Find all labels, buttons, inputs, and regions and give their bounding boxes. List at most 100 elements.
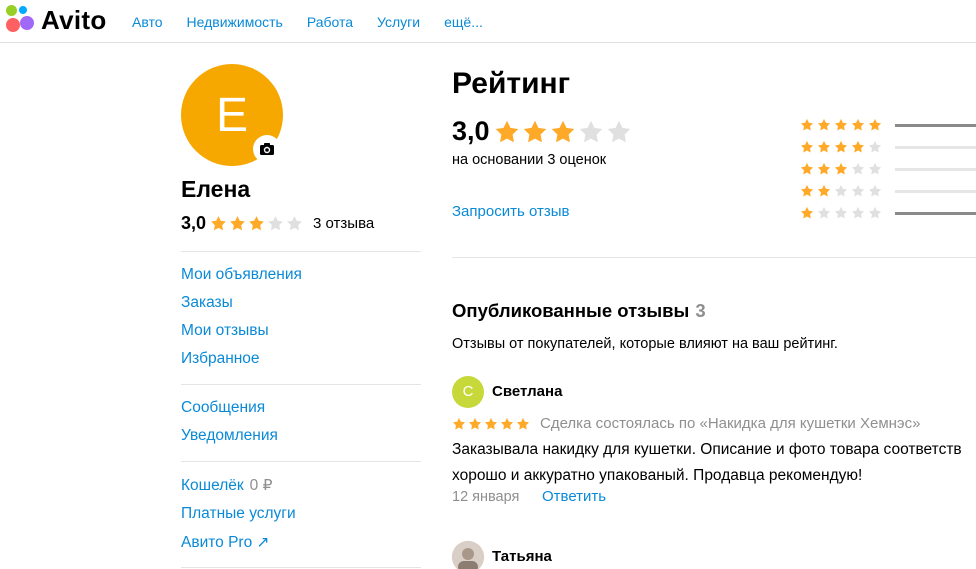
menu-messages[interactable]: Сообщения <box>181 399 265 417</box>
star-filled-icon <box>834 162 848 175</box>
published-reviews-label: Опубликованные отзывы <box>452 300 690 321</box>
star-filled-icon <box>851 118 865 131</box>
distribution-stars-3 <box>800 162 882 176</box>
published-reviews-title: Опубликованные отзывы 3 <box>452 300 706 322</box>
star-empty-icon <box>579 120 602 142</box>
review-stars <box>452 417 530 431</box>
nav-link-services[interactable]: Услуги <box>377 14 420 30</box>
menu-divider <box>181 384 421 385</box>
star-filled-icon <box>817 184 831 197</box>
review-reply-button[interactable]: Ответить <box>542 488 606 505</box>
menu-favorites[interactable]: Избранное <box>181 350 260 368</box>
section-divider <box>452 257 976 258</box>
distribution-bar-fill-5 <box>895 124 976 127</box>
menu-avito-pro[interactable]: Авито Pro ↗ <box>181 533 270 552</box>
star-filled-icon <box>800 118 814 131</box>
menu-my-ads[interactable]: Мои объявления <box>181 266 302 284</box>
review-avatar: С <box>452 376 484 408</box>
distribution-stars-4 <box>800 140 882 154</box>
star-filled-icon <box>523 120 546 142</box>
star-empty-icon <box>607 120 630 142</box>
distribution-bar-fill-1 <box>895 212 976 215</box>
review-text: Заказывала накидку для кушетки. Описание… <box>452 437 976 489</box>
avito-logo[interactable]: Avito <box>5 4 115 35</box>
star-empty-icon <box>868 206 882 219</box>
published-reviews-subtitle: Отзывы от покупателей, которые влияют на… <box>452 336 838 352</box>
review-date: 12 января <box>452 489 520 505</box>
star-empty-icon <box>851 184 865 197</box>
star-filled-icon <box>468 417 482 430</box>
profile-name: Елена <box>181 176 251 202</box>
star-empty-icon <box>851 162 865 175</box>
rating-distribution <box>800 116 976 226</box>
distribution-bar-2 <box>895 190 976 193</box>
star-filled-icon <box>500 417 514 430</box>
nav-link-jobs[interactable]: Работа <box>307 14 353 30</box>
star-filled-icon <box>834 140 848 153</box>
rating-score: 3,0 <box>452 116 490 146</box>
star-filled-icon <box>495 120 518 142</box>
star-filled-icon <box>817 162 831 175</box>
menu-paid-services[interactable]: Платные услуги <box>181 505 296 523</box>
star-filled-icon <box>817 140 831 153</box>
profile-rating-score: 3,0 <box>181 212 207 233</box>
star-empty-icon <box>817 206 831 219</box>
wallet-balance: 0 ₽ <box>249 477 273 494</box>
star-filled-icon <box>800 206 814 219</box>
star-filled-icon <box>211 215 226 230</box>
distribution-row-1 <box>800 204 976 226</box>
nav-link-auto[interactable]: Авто <box>132 14 163 30</box>
distribution-bar-5 <box>895 124 976 127</box>
review-avatar <box>452 541 484 569</box>
change-photo-button[interactable] <box>253 135 281 163</box>
star-empty-icon <box>851 206 865 219</box>
review-deal-info[interactable]: Сделка состоялась по «Накидка для кушетк… <box>540 415 920 432</box>
top-nav: Авто Недвижимость Работа Услуги ещё... <box>132 14 507 30</box>
logo-text: Avito <box>41 5 107 35</box>
star-filled-icon <box>834 118 848 131</box>
star-filled-icon <box>868 118 882 131</box>
menu-my-reviews[interactable]: Мои отзывы <box>181 322 269 340</box>
distribution-row-4 <box>800 138 976 160</box>
nav-link-more[interactable]: ещё... <box>444 14 483 30</box>
distribution-stars-5 <box>800 118 882 132</box>
star-filled-icon <box>817 118 831 131</box>
star-filled-icon <box>484 417 498 430</box>
star-empty-icon <box>268 215 283 230</box>
review-text-line: Заказывала накидку для кушетки. Описание… <box>452 441 962 458</box>
top-navigation-bar: Avito Авто Недвижимость Работа Услуги ещ… <box>0 0 976 43</box>
star-filled-icon <box>516 417 530 430</box>
star-filled-icon <box>851 140 865 153</box>
wallet-label: Кошелёк <box>181 477 244 494</box>
distribution-stars-1 <box>800 206 882 220</box>
star-filled-icon <box>249 215 264 230</box>
star-empty-icon <box>834 184 848 197</box>
star-filled-icon <box>800 162 814 175</box>
menu-wallet[interactable]: Кошелёк 0 ₽ <box>181 476 272 495</box>
profile-rating: 3,0 3 отзыва <box>181 211 374 235</box>
request-review-link[interactable]: Запросить отзыв <box>452 203 569 220</box>
rating-stars <box>494 119 632 145</box>
star-filled-icon <box>800 140 814 153</box>
menu-orders[interactable]: Заказы <box>181 294 233 312</box>
distribution-row-3 <box>800 160 976 182</box>
menu-divider <box>181 251 421 252</box>
menu-notifications[interactable]: Уведомления <box>181 427 278 445</box>
rating-based-on: на основании 3 оценок <box>452 152 607 168</box>
star-empty-icon <box>834 206 848 219</box>
rating-title: Рейтинг <box>452 67 571 100</box>
distribution-row-5 <box>800 116 976 138</box>
star-empty-icon <box>868 184 882 197</box>
star-filled-icon <box>551 120 574 142</box>
nav-link-realty[interactable]: Недвижимость <box>187 14 283 30</box>
star-filled-icon <box>800 184 814 197</box>
review-author-name: Татьяна <box>492 548 552 565</box>
distribution-bar-4 <box>895 146 976 149</box>
star-empty-icon <box>868 162 882 175</box>
camera-icon <box>260 143 274 155</box>
profile-reviews-link[interactable]: 3 отзыва <box>313 215 374 232</box>
star-empty-icon <box>287 215 302 230</box>
user-photo-icon <box>452 541 484 569</box>
rating-summary: 3,0 <box>452 116 632 147</box>
review-meta: Сделка состоялась по «Накидка для кушетк… <box>452 415 920 432</box>
